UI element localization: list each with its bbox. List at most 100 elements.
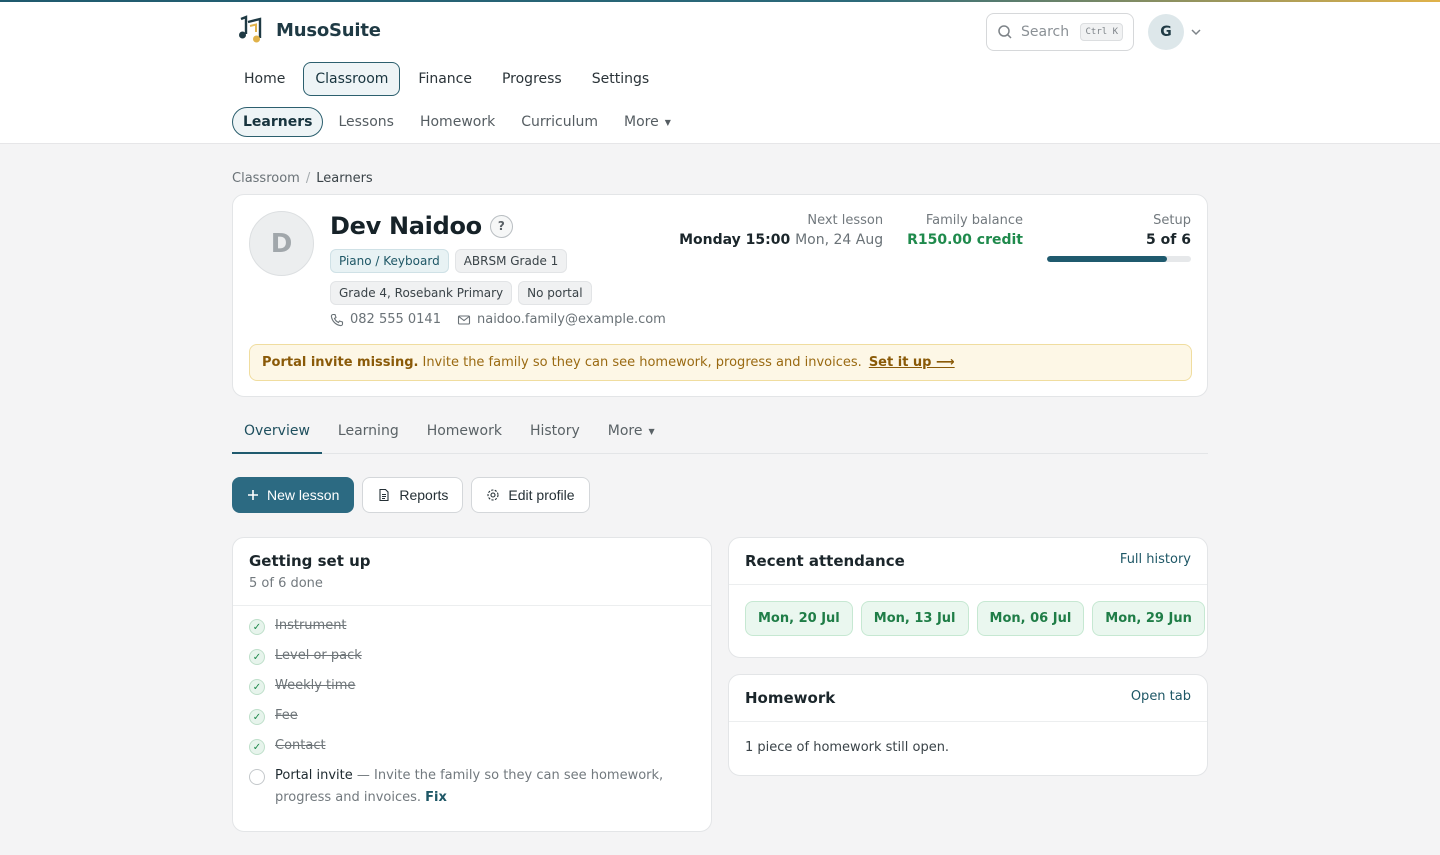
stat-next-lesson: Next lesson Monday 15:00 Mon, 24 Aug [679, 213, 883, 262]
sub-nav-homework[interactable]: Homework [409, 107, 506, 137]
breadcrumb-classroom[interactable]: Classroom [232, 171, 300, 186]
chevron-down-icon [1191, 29, 1201, 36]
stat-family-balance: Family balance R150.00 credit [907, 213, 1023, 262]
search-icon [998, 25, 1012, 39]
attendance-chip[interactable]: Mon, 06 Jul [976, 601, 1085, 636]
getting-set-up-header: Getting set up 5 of 6 done [233, 538, 711, 606]
tag-level: ABRSM Grade 1 [454, 249, 568, 273]
check-icon: ✓ [249, 709, 265, 725]
phone-contact[interactable]: 082 555 0141 [330, 312, 441, 327]
stat-setup: Setup 5 of 6 [1047, 213, 1191, 262]
main-nav-settings[interactable]: Settings [580, 62, 661, 96]
next-lesson-label: Next lesson [807, 213, 884, 228]
tab-homework[interactable]: Homework [415, 414, 514, 453]
check-icon: ✓ [249, 649, 265, 665]
logo[interactable]: MusoSuite [234, 14, 381, 46]
balance-value: R150.00 credit [907, 232, 1023, 248]
main-nav-progress[interactable]: Progress [490, 62, 574, 96]
email-address: naidoo.family@example.com [476, 312, 666, 327]
search-shortcut-badge: Ctrl K [1080, 23, 1123, 41]
plus-icon [248, 490, 258, 500]
phone-number: 082 555 0141 [350, 312, 441, 327]
next-lesson-time: Monday 15:00 [679, 232, 791, 248]
help-icon[interactable]: ? [489, 214, 513, 238]
action-bar: New lesson Reports Edit profile [232, 477, 590, 513]
learner-name: Dev Naidoo [330, 212, 482, 240]
checklist-item-portal-invite: Portal invite — Invite the family so the… [249, 768, 695, 805]
breadcrumb-separator: / [305, 171, 311, 186]
setup-value: 5 of 6 [1146, 232, 1191, 248]
app-name: MusoSuite [276, 19, 381, 41]
setup-progress-fill [1047, 256, 1167, 262]
new-lesson-label: New lesson [267, 487, 340, 503]
learner-avatar: D [249, 211, 314, 276]
portal-invite-label: Portal invite [275, 768, 353, 783]
check-icon: ✓ [249, 679, 265, 695]
homework-summary: 1 piece of homework still open. [745, 740, 950, 755]
learner-tabs: Overview Learning Homework History More ▼ [232, 414, 1208, 454]
learner-contact: 082 555 0141 naidoo.family@example.com [330, 312, 666, 327]
learner-stats: Next lesson Monday 15:00 Mon, 24 Aug Fam… [679, 213, 1191, 262]
sub-nav-more-label: More [623, 114, 659, 130]
recent-attendance-card: Recent attendance Full history Mon, 20 J… [728, 537, 1208, 658]
checklist-item-label: Weekly time [275, 678, 356, 693]
attendance-chip[interactable]: Mon, 13 Jul [860, 601, 969, 636]
setup-label: Setup [1153, 213, 1191, 228]
main-nav: Home Classroom Finance Progress Settings [232, 62, 661, 96]
full-history-link[interactable]: Full history [1120, 552, 1191, 567]
music-note-logo-icon [239, 15, 262, 43]
learner-name-row: Dev Naidoo ? [330, 212, 513, 240]
fix-link[interactable]: Fix [425, 790, 447, 805]
main-nav-home[interactable]: Home [232, 62, 297, 96]
main-nav-finance[interactable]: Finance [406, 62, 484, 96]
learner-tags: Piano / Keyboard ABRSM Grade 1 Grade 4, … [330, 249, 670, 305]
homework-title: Homework [745, 689, 836, 707]
main-nav-classroom[interactable]: Classroom [303, 62, 401, 96]
portal-invite-alert: Portal invite missing. Invite the family… [249, 344, 1192, 381]
sub-nav-learners[interactable]: Learners [232, 107, 324, 137]
attendance-chips: Mon, 20 Jul Mon, 13 Jul Mon, 06 Jul Mon,… [729, 585, 1207, 652]
reports-button[interactable]: Reports [362, 477, 464, 513]
alert-title: Portal invite missing. [262, 355, 419, 370]
balance-label: Family balance [925, 213, 1023, 228]
sub-nav-more[interactable]: More ▼ [613, 107, 682, 137]
caret-down-icon: ▼ [664, 117, 671, 127]
tab-overview[interactable]: Overview [232, 414, 322, 454]
next-lesson-date: Mon, 24 Aug [795, 232, 884, 248]
gear-icon [487, 489, 499, 501]
breadcrumb-learners: Learners [316, 171, 373, 186]
getting-set-up-card: Getting set up 5 of 6 done ✓ Instrument … [232, 537, 712, 832]
getting-set-up-title: Getting set up [249, 552, 371, 570]
email-contact[interactable]: naidoo.family@example.com [457, 312, 666, 327]
caret-down-icon: ▼ [648, 426, 655, 436]
user-menu-button[interactable]: G [1148, 14, 1202, 50]
tab-history[interactable]: History [518, 414, 592, 453]
sub-nav-lessons[interactable]: Lessons [327, 107, 405, 137]
avatar: G [1148, 14, 1184, 50]
attendance-chip[interactable]: Mon, 20 Jul [745, 601, 853, 636]
homework-card: Homework Open tab 1 piece of homework st… [728, 674, 1208, 776]
checklist-item-label: Level or pack [275, 648, 362, 663]
app-header: MusoSuite Search Ctrl K G Home Classroom… [0, 2, 1440, 144]
search-input[interactable]: Search Ctrl K [986, 13, 1134, 51]
checklist-item-level: ✓ Level or pack [249, 648, 695, 678]
phone-icon [330, 313, 344, 326]
tag-instrument[interactable]: Piano / Keyboard [330, 249, 449, 273]
reports-label: Reports [399, 487, 449, 503]
check-icon: ✓ [249, 739, 265, 755]
edit-profile-button[interactable]: Edit profile [471, 477, 590, 513]
tab-learning[interactable]: Learning [326, 414, 411, 453]
new-lesson-button[interactable]: New lesson [232, 477, 355, 513]
search-placeholder: Search [1021, 24, 1070, 40]
checklist-item-contact: ✓ Contact [249, 738, 695, 768]
checklist-item-label: Fee [275, 708, 298, 723]
checklist-item-fee: ✓ Fee [249, 708, 695, 738]
tab-more[interactable]: More ▼ [596, 414, 667, 453]
document-icon [379, 488, 389, 502]
tag-portal: No portal [518, 281, 592, 305]
attendance-chip[interactable]: Mon, 29 Jun [1092, 601, 1205, 636]
getting-set-up-subtitle: 5 of 6 done [249, 576, 323, 591]
set-it-up-link[interactable]: Set it up ⟶ [869, 355, 955, 370]
open-tab-link[interactable]: Open tab [1131, 689, 1191, 704]
sub-nav-curriculum[interactable]: Curriculum [510, 107, 609, 137]
